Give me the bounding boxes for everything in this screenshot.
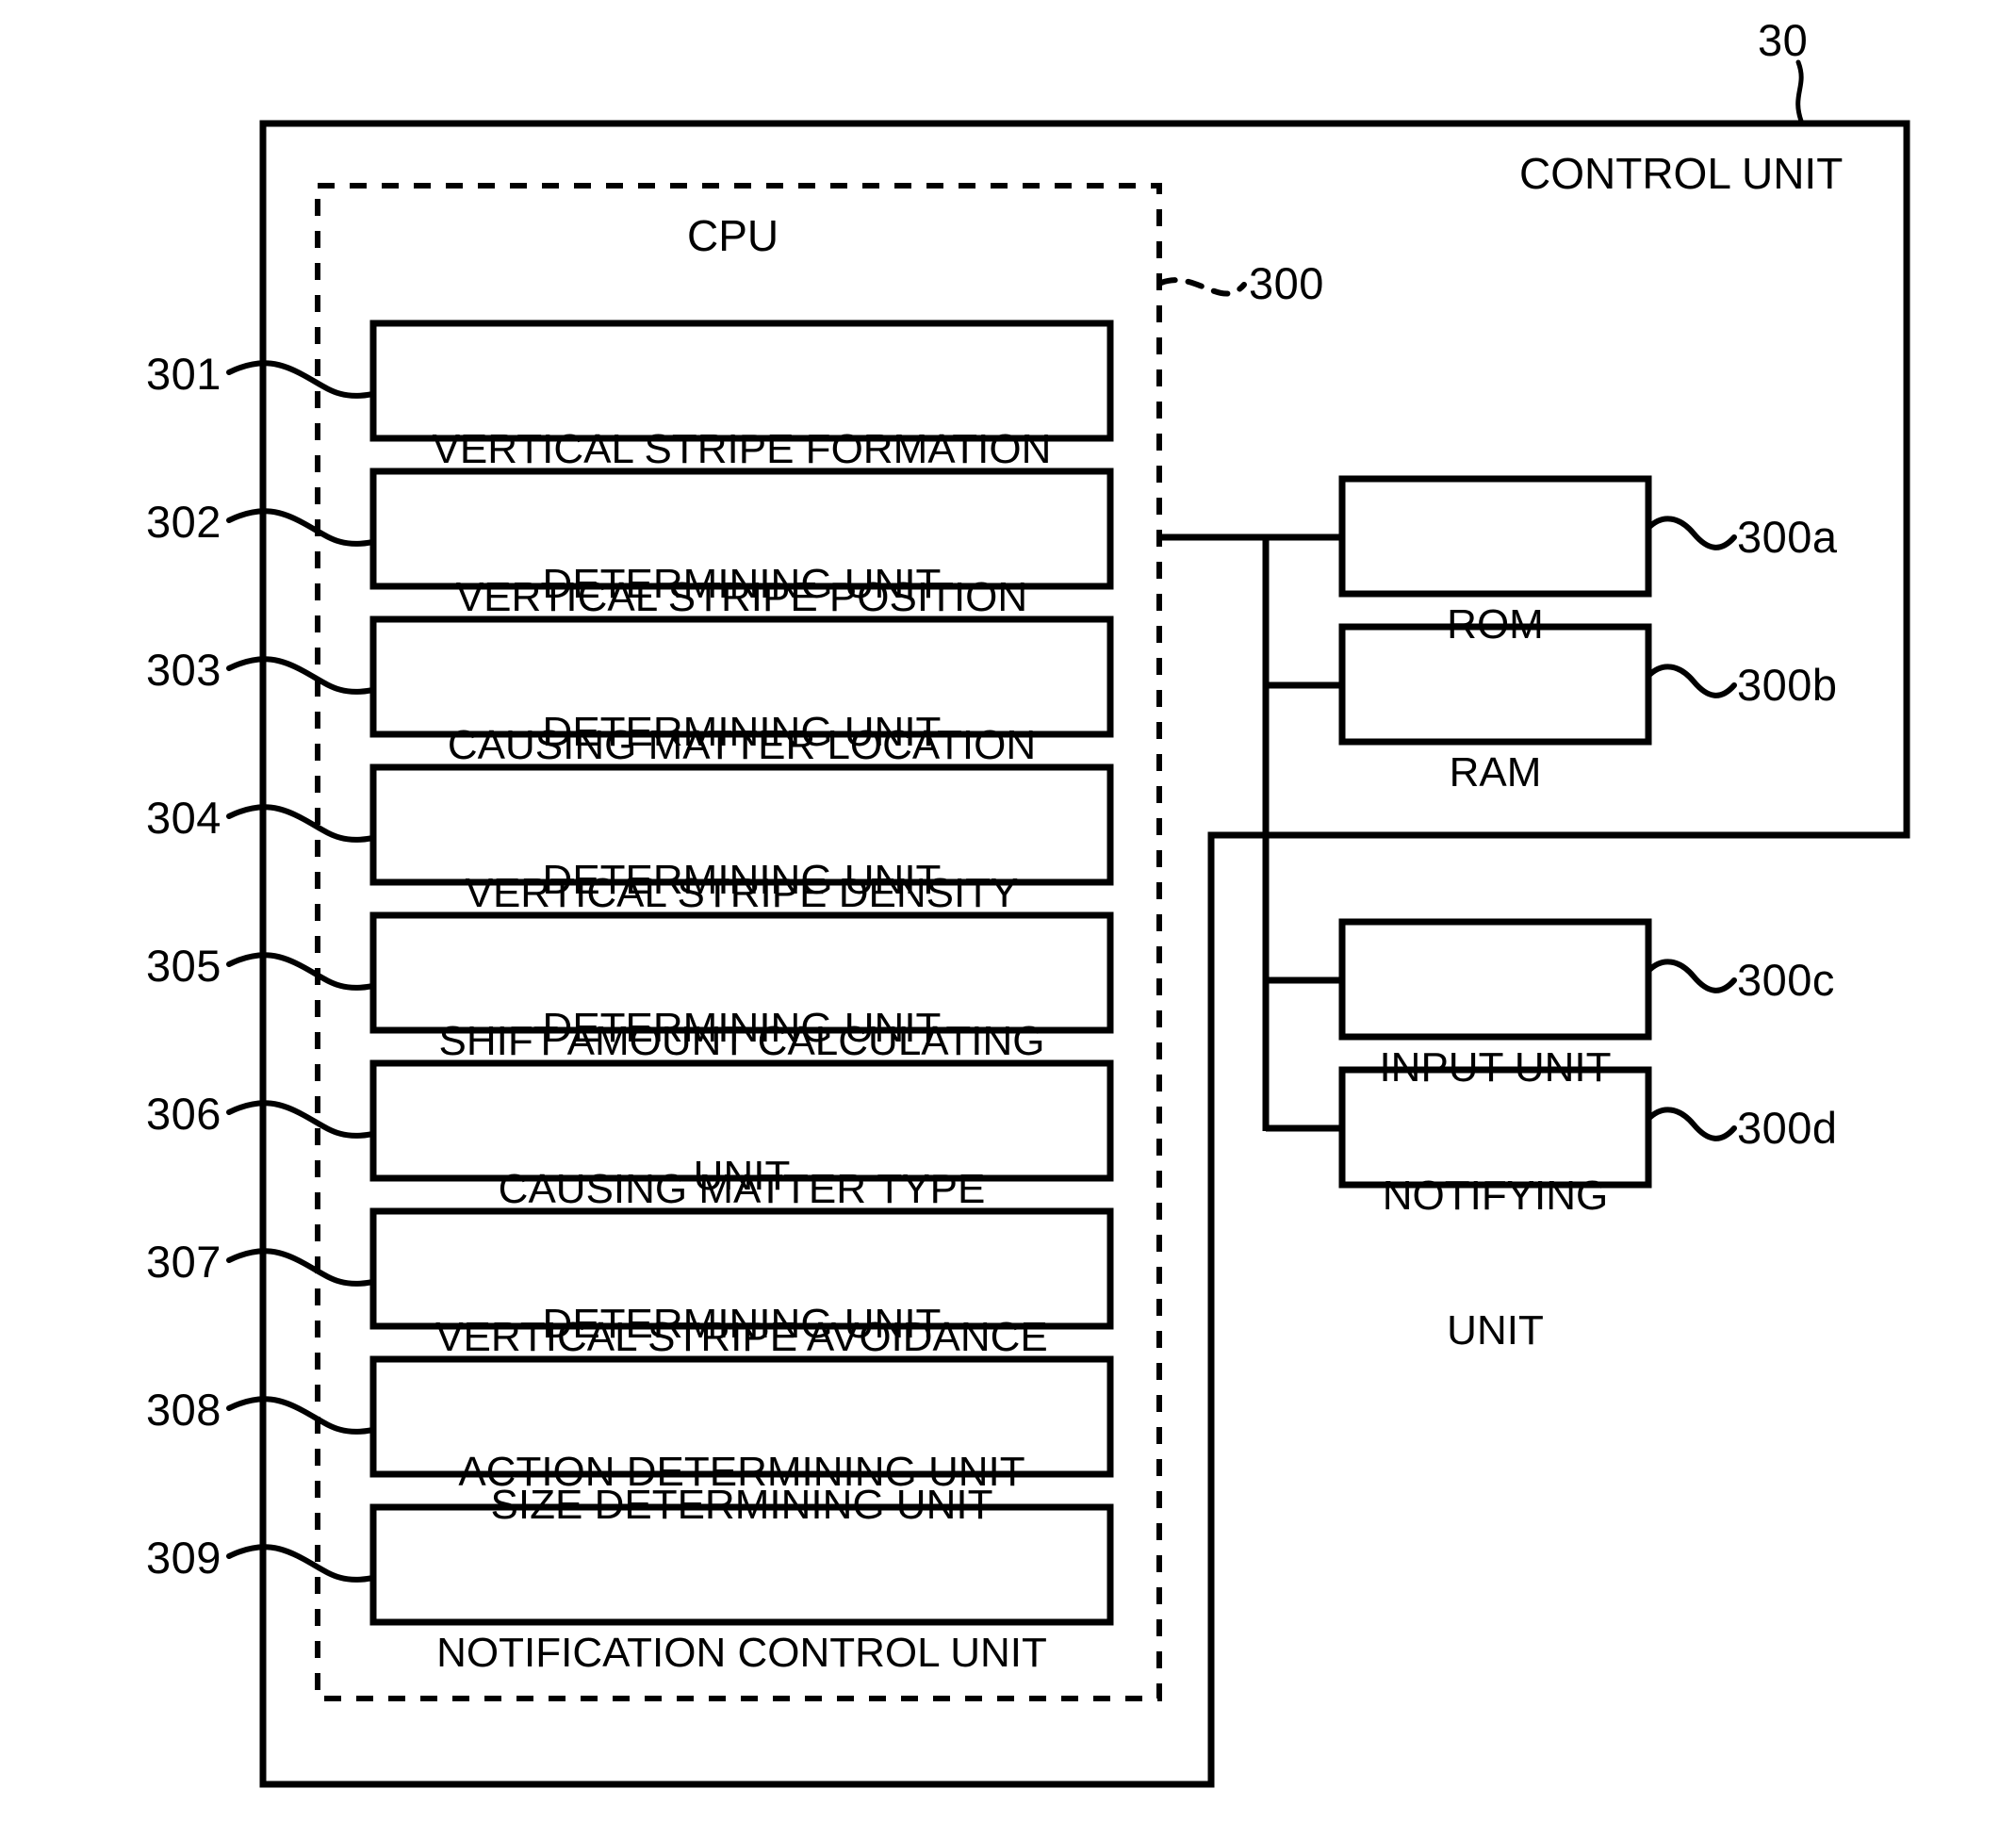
leader-30 [1795, 59, 1805, 126]
patent-block-diagram: 30 CONTROL UNIT CPU 300 301 302 303 304 … [0, 0, 2016, 1838]
ref-300: 300 [1249, 258, 1324, 308]
ref-300b: 300b [1737, 660, 1838, 710]
ref-306: 306 [146, 1089, 221, 1139]
block-label-309-line1: NOTIFICATION CONTROL UNIT [436, 1630, 1047, 1677]
block-label-303-line1: CAUSING MATTER LOCATION [447, 722, 1037, 769]
leader-304 [226, 804, 376, 843]
ref-303: 303 [146, 645, 221, 695]
block-label-ram: RAM [1342, 661, 1648, 885]
block-label-ram-line1: RAM [1449, 749, 1542, 796]
block-label-309: NOTIFICATION CONTROL UNIT [373, 1541, 1110, 1765]
block-label-notifying-unit-line1: NOTIFYING [1382, 1173, 1609, 1220]
leader-300c [1646, 959, 1737, 993]
block-label-rom-line1: ROM [1447, 601, 1544, 648]
ref-300a: 300a [1737, 512, 1838, 562]
block-label-notifying-unit-line2: UNIT [1447, 1306, 1544, 1354]
ref-300c: 300c [1737, 955, 1835, 1005]
leader-301 [226, 360, 376, 399]
ref-302: 302 [146, 497, 221, 547]
block-label-302-line1: VERTICAL STRIPE POSITION [455, 574, 1028, 621]
leader-300b [1646, 664, 1737, 698]
ref-307: 307 [146, 1237, 221, 1287]
ref-304: 304 [146, 793, 221, 843]
ref-305: 305 [146, 941, 221, 991]
leader-306 [226, 1100, 376, 1139]
leader-300d [1646, 1107, 1737, 1141]
leader-307 [226, 1248, 376, 1287]
peripheral-leaders [1646, 516, 1737, 1141]
cpu-title: CPU [687, 211, 779, 260]
leader-302 [226, 508, 376, 547]
ref-308: 308 [146, 1385, 221, 1435]
leader-300 [1158, 277, 1247, 297]
ref-309: 309 [146, 1533, 221, 1583]
block-label-notifying-unit: NOTIFYING UNIT [1342, 1084, 1648, 1442]
cpu-block-leaders [226, 360, 376, 1583]
block-label-307-line1: VERTICAL STRIPE AVOIDANCE [435, 1314, 1048, 1361]
leader-303 [226, 656, 376, 695]
block-label-308-line1: SIZE DETERMINING UNIT [490, 1482, 993, 1529]
leader-300a [1646, 516, 1737, 550]
ref-30: 30 [1758, 15, 1809, 65]
block-label-301-line1: VERTICAL STRIPE FORMATION [432, 426, 1052, 473]
ref-301: 301 [146, 349, 221, 399]
leader-309 [226, 1544, 376, 1583]
leader-305 [226, 952, 376, 991]
block-label-306-line1: CAUSING MATTER TYPE [498, 1166, 986, 1213]
block-label-304-line1: VERTICAL STRIPE DENSITY [465, 870, 1019, 917]
ref-300d: 300d [1737, 1103, 1838, 1153]
leader-308 [226, 1396, 376, 1435]
control-unit-title: CONTROL UNIT [1519, 149, 1844, 198]
block-label-305-line1: SHIFT AMOUNT CALCULATING [438, 1018, 1045, 1065]
